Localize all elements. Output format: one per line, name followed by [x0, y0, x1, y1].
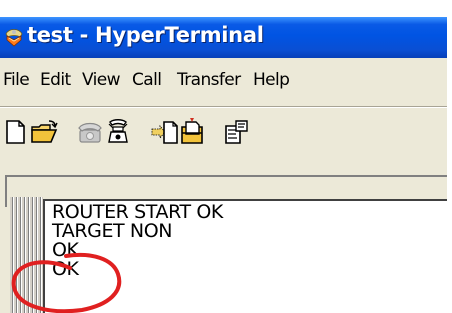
- connect-phone-icon[interactable]: [76, 118, 104, 146]
- hyperterminal-icon: [4, 26, 24, 48]
- terminal-line: OK: [52, 258, 79, 280]
- window-title: test - HyperTerminal: [27, 23, 264, 47]
- menu-bar: File Edit View Call Transfer Help: [0, 58, 447, 106]
- title-bar[interactable]: test - HyperTerminal: [0, 17, 447, 58]
- new-document-icon[interactable]: [2, 118, 30, 146]
- toolbar: [0, 108, 447, 160]
- terminal-screen[interactable]: ROUTER START OK TARGET NON OK OK: [43, 199, 447, 313]
- terminal-gutter: [10, 197, 43, 313]
- properties-icon[interactable]: [222, 118, 250, 146]
- menu-view[interactable]: View: [82, 70, 121, 90]
- menu-edit[interactable]: Edit: [40, 70, 71, 90]
- open-folder-icon[interactable]: [30, 118, 58, 146]
- disconnect-icon[interactable]: [104, 118, 132, 146]
- terminal-frame: ROUTER START OK TARGET NON OK OK: [0, 167, 447, 313]
- menu-help[interactable]: Help: [253, 70, 290, 90]
- menu-call[interactable]: Call: [132, 70, 162, 90]
- menu-file[interactable]: File: [3, 70, 30, 90]
- receive-file-icon[interactable]: [178, 118, 206, 146]
- send-file-icon[interactable]: [150, 118, 178, 146]
- hyperterminal-window: test - HyperTerminal File Edit View Call…: [0, 17, 447, 313]
- menu-transfer[interactable]: Transfer: [177, 70, 241, 90]
